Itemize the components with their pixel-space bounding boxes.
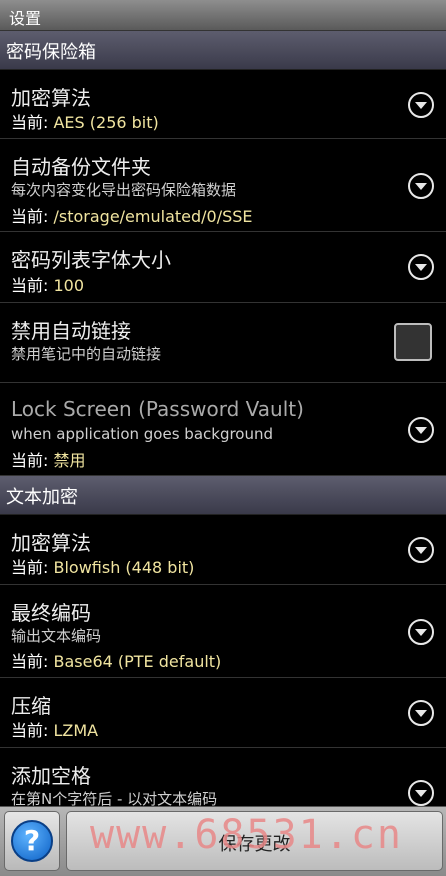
window-title: 设置 <box>9 9 42 28</box>
setting-disable-autolink[interactable]: 禁用自动链接 禁用笔记中的自动链接 <box>0 303 446 383</box>
setting-title: 添加空格 <box>11 764 91 788</box>
setting-summary: when application goes background <box>11 425 274 443</box>
setting-current: 当前: Blowfish (448 bit) <box>11 558 195 577</box>
setting-summary: 输出文本编码 <box>11 627 102 645</box>
setting-title: 自动备份文件夹 <box>11 155 151 179</box>
section-label: 密码保险箱 <box>6 42 96 63</box>
section-header-text: 文本加密 <box>0 476 446 515</box>
help-icon: ? <box>11 820 53 862</box>
chevron-down-circle-icon[interactable] <box>408 537 434 563</box>
setting-current: 当前: /storage/emulated/0/SSE <box>11 207 253 226</box>
setting-title: 最终编码 <box>11 601 91 625</box>
chevron-down-circle-icon[interactable] <box>408 700 434 726</box>
section-header-vault: 密码保险箱 <box>0 31 446 70</box>
watermark: www.68531.cn <box>90 812 403 858</box>
setting-title: Lock Screen (Password Vault) <box>11 397 304 421</box>
setting-current: 当前: AES (256 bit) <box>11 113 159 132</box>
setting-current: 当前: LZMA <box>11 721 99 740</box>
chevron-down-circle-icon[interactable] <box>408 417 434 443</box>
setting-enc-algo[interactable]: 加密算法 当前: AES (256 bit) <box>0 70 446 139</box>
setting-title: 加密算法 <box>11 86 91 110</box>
setting-current: 当前: 禁用 <box>11 451 86 470</box>
setting-lock-screen[interactable]: Lock Screen (Password Vault) when applic… <box>0 383 446 476</box>
setting-text-algo[interactable]: 加密算法 当前: Blowfish (448 bit) <box>0 515 446 585</box>
section-label: 文本加密 <box>6 487 78 508</box>
chevron-down-circle-icon[interactable] <box>408 619 434 645</box>
setting-title: 密码列表字体大小 <box>11 248 171 272</box>
chevron-down-circle-icon[interactable] <box>408 780 434 806</box>
setting-final-encoding[interactable]: 最终编码 输出文本编码 当前: Base64 (PTE default) <box>0 585 446 678</box>
setting-current: 当前: Base64 (PTE default) <box>11 652 222 671</box>
title-bar: 设置 <box>0 0 446 31</box>
autolink-checkbox[interactable] <box>394 323 432 361</box>
setting-summary: 每次内容变化导出密码保险箱数据 <box>11 181 237 199</box>
setting-compression[interactable]: 压缩 当前: LZMA <box>0 678 446 748</box>
chevron-down-circle-icon[interactable] <box>408 92 434 118</box>
chevron-down-circle-icon[interactable] <box>408 173 434 199</box>
setting-summary: 禁用笔记中的自动链接 <box>11 345 162 363</box>
chevron-down-circle-icon[interactable] <box>408 254 434 280</box>
setting-title: 加密算法 <box>11 531 91 555</box>
setting-title: 禁用自动链接 <box>11 319 131 343</box>
setting-font-size[interactable]: 密码列表字体大小 当前: 100 <box>0 232 446 303</box>
setting-add-spaces[interactable]: 添加空格 在第N个字符后 - 以对文本编码 <box>0 748 446 808</box>
setting-current: 当前: 100 <box>11 276 85 295</box>
help-button[interactable]: ? <box>4 811 60 871</box>
setting-backup-folder[interactable]: 自动备份文件夹 每次内容变化导出密码保险箱数据 当前: /storage/emu… <box>0 139 446 232</box>
setting-title: 压缩 <box>11 694 51 718</box>
